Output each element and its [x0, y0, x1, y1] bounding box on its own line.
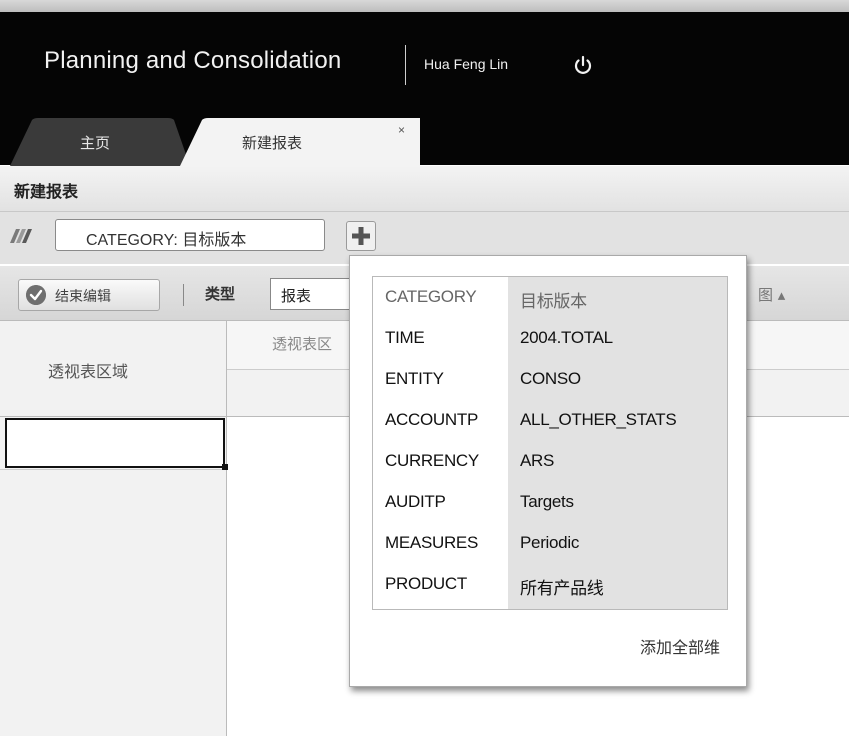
row-divider	[0, 469, 226, 470]
pivot-area-header: 透视表区	[272, 335, 333, 353]
dimension-member: ARS	[520, 451, 555, 470]
type-select-value: 报表	[281, 287, 312, 305]
window-top-strip	[0, 0, 849, 12]
grid-row-header: 透视表区域	[0, 321, 227, 736]
dimension-member: 所有产品线	[520, 579, 604, 598]
pivot-area-label: 透视表区域	[48, 362, 129, 381]
dimension-row[interactable]: MEASURES Periodic	[373, 523, 727, 564]
check-icon	[26, 285, 46, 305]
tab-home-label: 主页	[80, 134, 111, 152]
row-header-divider	[0, 416, 226, 417]
dimension-row[interactable]: ENTITY CONSO	[373, 359, 727, 400]
dimension-name: TIME	[385, 328, 425, 347]
dimension-icon	[10, 229, 32, 243]
dimension-name: CURRENCY	[385, 451, 479, 470]
tab-home[interactable]: 主页	[10, 118, 190, 166]
dimension-name: PRODUCT	[385, 574, 467, 593]
dimension-name: ENTITY	[385, 369, 444, 388]
dimension-popup: CATEGORY 目标版本 TIME 2004.TOTAL ENTITY CON…	[349, 255, 747, 687]
dimension-row[interactable]: TIME 2004.TOTAL	[373, 318, 727, 359]
dimension-row[interactable]: CATEGORY 目标版本	[373, 277, 727, 318]
type-select[interactable]: 报表	[270, 278, 350, 310]
dimension-name: CATEGORY	[385, 287, 477, 306]
add-all-dimensions-link[interactable]: 添加全部维	[640, 634, 720, 658]
user-name[interactable]: Hua Feng Lin	[424, 56, 508, 72]
toolbar-separator	[183, 284, 184, 306]
dimension-name: AUDITP	[385, 492, 446, 511]
selected-cell[interactable]	[5, 418, 225, 468]
dimension-row[interactable]: PRODUCT 所有产品线	[373, 564, 727, 605]
page-title: 新建报表	[14, 182, 79, 201]
dimension-row[interactable]: AUDITP Targets	[373, 482, 727, 523]
dimension-name: MEASURES	[385, 533, 479, 552]
end-edit-label: 结束编辑	[55, 289, 111, 305]
tab-new-report-label: 新建报表	[242, 134, 303, 152]
fill-handle[interactable]	[222, 464, 228, 470]
type-label: 类型	[205, 285, 236, 303]
header-divider	[405, 45, 406, 85]
dimension-member: ALL_OTHER_STATS	[520, 410, 677, 429]
dimension-member: 目标版本	[520, 292, 587, 311]
dimension-table: CATEGORY 目标版本 TIME 2004.TOTAL ENTITY CON…	[372, 276, 728, 610]
app-title: Planning and Consolidation	[44, 47, 342, 74]
dimension-member: Periodic	[520, 533, 580, 552]
power-icon[interactable]	[572, 54, 594, 76]
end-edit-button[interactable]: 结束编辑	[18, 279, 160, 311]
tab-new-report[interactable]: 新建报表 ×	[180, 118, 420, 166]
tab-close-icon[interactable]: ×	[398, 123, 405, 137]
dimension-name: ACCOUNTP	[385, 410, 478, 429]
context-chip-category[interactable]: CATEGORY: 目标版本	[55, 219, 325, 251]
context-chip-text: CATEGORY: 目标版本	[86, 232, 247, 249]
page-title-bar: 新建报表	[0, 166, 849, 212]
dimension-member: CONSO	[520, 369, 581, 388]
app-header: Planning and Consolidation Hua Feng Lin …	[0, 12, 849, 166]
toolbar-right-partial[interactable]: 图 ▴	[758, 284, 785, 305]
dimension-member: Targets	[520, 492, 574, 511]
dimension-row[interactable]: CURRENCY ARS	[373, 441, 727, 482]
add-dimension-button[interactable]	[346, 221, 376, 251]
dimension-row[interactable]: ACCOUNTP ALL_OTHER_STATS	[373, 400, 727, 441]
plus-icon	[352, 227, 370, 245]
dimension-member: 2004.TOTAL	[520, 328, 613, 347]
